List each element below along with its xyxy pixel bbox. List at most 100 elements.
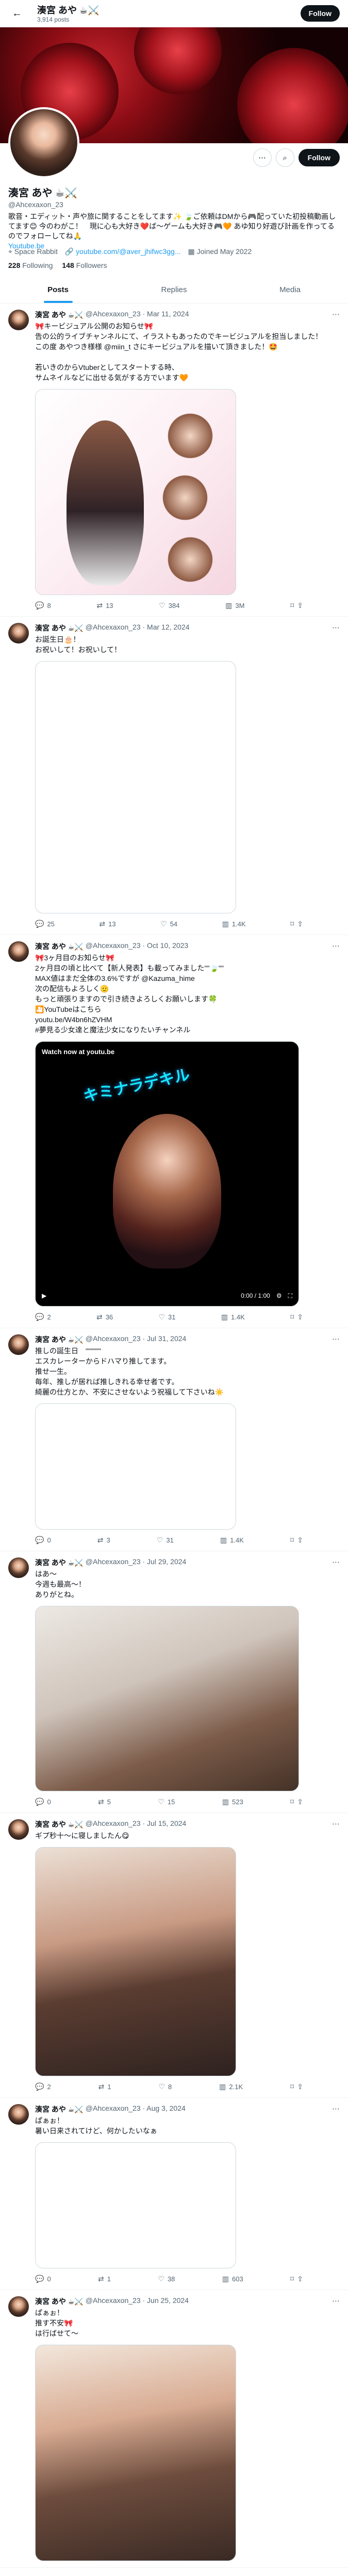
more-icon[interactable]: ⋯ [332,623,340,632]
retweet-button[interactable]: ⇄ 1 [98,2082,111,2091]
tweet-author[interactable]: 湊宮 あや ☕⚔️ [35,2296,84,2307]
tweet-avatar[interactable] [8,310,29,330]
more-icon[interactable]: ⋯ [332,2296,340,2306]
followers-count[interactable]: 148 Followers [62,261,107,269]
bookmark-icon[interactable]: ⌑ [290,601,294,610]
like-button[interactable]: ♡ 31 [157,1536,174,1545]
reply-button[interactable]: 💬 8 [35,601,51,610]
bookmark-icon[interactable]: ⌑ [290,1798,294,1806]
views-button[interactable]: ▥ 1.4K [220,1536,244,1545]
like-button[interactable]: ♡ 15 [158,1798,175,1806]
tweet-media[interactable] [35,1606,299,1791]
tweet[interactable]: ⋯ 湊宮 あや ☕⚔️ @Ahcexaxon_23 · Jul 31, 2024 推し… [0,1328,348,1551]
share-icon[interactable]: ⇪ [297,601,303,610]
tweet-media[interactable] [35,661,236,913]
bookmark-icon[interactable]: ⌑ [290,2082,294,2091]
tweet-author[interactable]: 湊宮 あや ☕⚔️ [35,623,84,633]
share-icon[interactable]: ⇪ [297,1536,303,1545]
tweet-avatar[interactable] [8,2296,29,2317]
avatar[interactable] [8,107,79,178]
tweet-author[interactable]: 湊宮 あや ☕⚔️ [35,941,84,952]
video-controls[interactable]: ▶ 0:00 / 1:00 ⚙ ⛶ [36,1285,299,1306]
share-icon[interactable]: ⇪ [297,1313,303,1321]
retweet-button[interactable]: ⇄ 36 [96,1313,113,1321]
bookmark-icon[interactable]: ⌑ [290,920,294,928]
tab-media[interactable]: Media [232,277,348,303]
like-button[interactable]: ♡ 54 [160,920,177,928]
more-icon[interactable]: ⋯ [332,1334,340,1344]
tweet-media[interactable] [35,389,236,595]
tweet[interactable]: ⋯ 湊宮 あや ☕⚔️ @Ahcexaxon_23 · Oct 10, 2023 🎀3… [0,935,348,1328]
tweet-media[interactable] [35,1847,236,2076]
like-button[interactable]: ♡ 384 [159,601,179,610]
reply-button[interactable]: 💬 0 [35,2275,51,2283]
tweet-media[interactable] [35,2345,236,2561]
share-icon[interactable]: ⇪ [297,2275,303,2283]
views-button[interactable]: ▥ 1.4K [222,920,246,928]
share-icon[interactable]: ⇪ [297,2082,303,2091]
reply-button[interactable]: 💬 25 [35,920,55,928]
views-button[interactable]: ▥ 2.1K [219,2082,243,2091]
more-icon[interactable]: ⋯ [332,1557,340,1567]
tweet[interactable]: ⋯ 湊宮 あや ☕⚔️ @Ahcexaxon_23 · Aug 3, 2024 ぱぁぉ… [0,2098,348,2290]
follow-button[interactable]: Follow [298,149,340,166]
bookmark-icon[interactable]: ⌑ [290,1536,294,1545]
like-button[interactable]: ♡ 38 [158,2275,175,2283]
tweet-author[interactable]: 湊宮 あや ☕⚔️ [35,1819,84,1829]
header-follow-button[interactable]: Follow [300,5,340,22]
tweet-media[interactable] [35,1403,236,1530]
tweet-avatar[interactable] [8,1819,29,1840]
views-button[interactable]: ▥ 603 [222,2275,243,2283]
tweet-avatar[interactable] [8,2104,29,2125]
tweet-media[interactable] [35,2142,236,2268]
tweet-avatar[interactable] [8,1557,29,1578]
follow-stats: 228 Following 148 Followers [0,259,348,277]
views-button[interactable]: ▥ 3M [225,601,244,610]
video-time: 0:00 / 1:00 [241,1292,270,1299]
tweet-author[interactable]: 湊宮 あや ☕⚔️ [35,1334,84,1345]
views-button[interactable]: ▥ 1.4K [221,1313,245,1321]
more-icon[interactable]: ⋯ [332,1819,340,1828]
tweet-author[interactable]: 湊宮 あや ☕⚔️ [35,1557,84,1568]
tweet-avatar[interactable] [8,1334,29,1355]
bookmark-icon[interactable]: ⌑ [290,1313,294,1321]
more-icon[interactable]: ⋯ [332,941,340,951]
retweet-button[interactable]: ⇄ 13 [96,601,113,610]
arrow-left-icon[interactable]: ← [8,5,26,23]
tab-replies[interactable]: Replies [116,277,232,303]
retweet-button[interactable]: ⇄ 13 [99,920,115,928]
fullscreen-icon[interactable]: ⛶ [288,1292,292,1300]
more-icon[interactable]: ⋯ [253,148,272,167]
tweet[interactable]: ⋯ 湊宮 あや ☕⚔️ @Ahcexaxon_23 · Jul 15, 2024 ギプ… [0,1813,348,2098]
more-icon[interactable]: ⋯ [332,2104,340,2113]
retweet-button[interactable]: ⇄ 1 [98,2275,111,2283]
reply-button[interactable]: 💬 0 [35,1536,51,1545]
tweet[interactable]: ⋯ 湊宮 あや ☕⚔️ @Ahcexaxon_23 · Mar 12, 2024 お誕… [0,617,348,935]
bio-link[interactable]: Youtube.be [8,242,44,250]
retweet-button[interactable]: ⇄ 5 [98,1798,111,1806]
tweet-media[interactable]: Watch now at youtu.be キミナラデキル ▶ 0:00 / 1:00… [35,1041,299,1307]
tweet-avatar[interactable] [8,623,29,643]
tweet[interactable]: ⋯ 湊宮 あや ☕⚔️ @Ahcexaxon_23 · Jun 25, 2024 ぱぁ… [0,2290,348,2568]
search-icon[interactable]: ⌕ [275,148,294,167]
reply-button[interactable]: 💬 0 [35,1798,51,1806]
views-button[interactable]: ▥ 523 [222,1798,243,1806]
tweet-author[interactable]: 湊宮 あや ☕⚔️ [35,310,84,320]
tweet[interactable]: ⋯ 湊宮 あや ☕⚔️ @Ahcexaxon_23 · Jul 29, 2024 はあ… [0,1551,348,1813]
tweet[interactable]: ⋯ 湊宮 あや ☕⚔️ @Ahcexaxon_23 · Mar 11, 2024 🎀キ… [0,303,348,617]
bookmark-icon[interactable]: ⌑ [290,2275,294,2283]
tweet-avatar[interactable] [8,941,29,962]
retweet-button[interactable]: ⇄ 3 [97,1536,110,1545]
following-count[interactable]: 228 Following [8,261,53,269]
tweet-author[interactable]: 湊宮 あや ☕⚔️ [35,2104,84,2114]
reply-button[interactable]: 💬 2 [35,2082,51,2091]
like-button[interactable]: ♡ 8 [158,2082,172,2091]
share-icon[interactable]: ⇪ [297,920,303,928]
settings-icon[interactable]: ⚙ [276,1292,282,1299]
tab-posts[interactable]: Posts [0,277,116,303]
share-icon[interactable]: ⇪ [297,1798,303,1806]
like-button[interactable]: ♡ 31 [158,1313,175,1321]
reply-button[interactable]: 💬 2 [35,1313,51,1321]
more-icon[interactable]: ⋯ [332,310,340,319]
play-icon[interactable]: ▶ [42,1292,46,1299]
